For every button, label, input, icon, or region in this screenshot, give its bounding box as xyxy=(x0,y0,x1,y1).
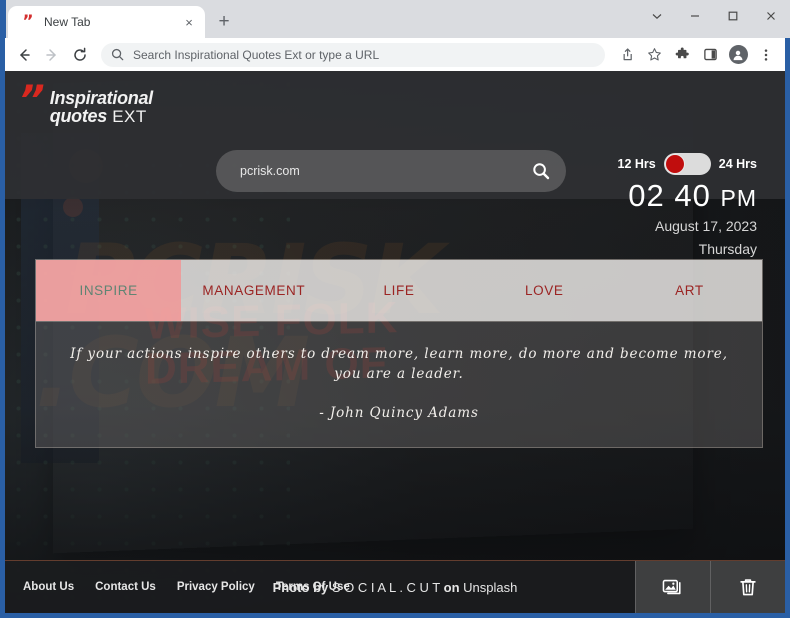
avatar xyxy=(728,45,748,64)
extension-logo-suffix: EXT xyxy=(106,107,147,127)
category-tabs: INSPIRE MANAGEMENT LIFE LOVE ART xyxy=(36,260,762,321)
tabstrip-spacer xyxy=(237,0,638,38)
clock-time: 02 40 PM xyxy=(618,178,757,213)
hour-format-toggle[interactable] xyxy=(663,153,711,175)
change-wallpaper-icon[interactable] xyxy=(635,561,710,613)
forward-arrow-icon[interactable] xyxy=(39,42,65,68)
tab-love[interactable]: LOVE xyxy=(472,260,617,321)
bookmark-star-icon[interactable] xyxy=(641,42,667,68)
footer-link-contact-us[interactable]: Contact Us xyxy=(95,581,156,593)
extension-search-box[interactable]: pcrisk.com xyxy=(216,150,566,192)
clock-meridiem: PM xyxy=(720,185,757,211)
quote-body: If your actions inspire others to dream … xyxy=(36,321,762,447)
toggle-label-12hrs[interactable]: 12 Hrs xyxy=(618,157,656,171)
clock-weekday: Thursday xyxy=(698,240,757,257)
omnibox-placeholder: Search Inspirational Quotes Ext or type … xyxy=(133,47,380,62)
window-controls xyxy=(638,2,790,32)
new-tab-button[interactable]: + xyxy=(211,8,237,34)
close-icon[interactable]: × xyxy=(181,14,197,30)
back-arrow-icon[interactable] xyxy=(11,42,37,68)
tab-management[interactable]: MANAGEMENT xyxy=(181,260,326,321)
tabstrip-left-pad xyxy=(0,0,6,38)
browser-tab-strip: ” New Tab × + xyxy=(0,0,790,38)
footer-action-buttons xyxy=(635,561,785,613)
browser-window: ” New Tab × + Search Inspirational Quote… xyxy=(0,0,790,618)
tab-life[interactable]: LIFE xyxy=(326,260,471,321)
chevron-down-icon[interactable] xyxy=(638,2,676,30)
extension-header: ” Inspirational quotes EXT pcrisk.com 12… xyxy=(5,71,785,257)
browser-tab-title: New Tab xyxy=(44,15,91,29)
clock-widget: 12 Hrs 24 Hrs 02 40 PM August 17, 2023 T… xyxy=(618,153,757,259)
footer-link-about-us[interactable]: About Us xyxy=(23,581,74,593)
footer-link-privacy-policy[interactable]: Privacy Policy xyxy=(177,581,255,593)
extension-logo-line1: Inspirational xyxy=(49,88,153,108)
quote-author: - John Quincy Adams xyxy=(319,404,479,421)
omnibox[interactable]: Search Inspirational Quotes Ext or type … xyxy=(101,42,605,67)
quote-mark-icon: ” xyxy=(19,78,45,124)
quote-mark-favicon: ” xyxy=(22,11,34,32)
minimize-icon[interactable] xyxy=(676,2,714,30)
search-icon xyxy=(111,48,124,61)
chrome-menu-icon[interactable] xyxy=(753,42,779,68)
clock-hours: 02 xyxy=(628,178,665,213)
profile-avatar-icon[interactable] xyxy=(725,42,751,68)
delete-icon[interactable] xyxy=(710,561,785,613)
photo-credit-prefix: Photo xyxy=(272,579,310,595)
browser-tab-new-tab[interactable]: ” New Tab × xyxy=(8,6,205,38)
photo-credit-by: by xyxy=(313,579,329,595)
photo-credit-on: on xyxy=(443,579,460,595)
extension-footer: About Us Contact Us Privacy Policy Terms… xyxy=(5,560,785,613)
toggle-knob xyxy=(664,154,685,174)
search-icon[interactable] xyxy=(532,162,550,180)
maximize-icon[interactable] xyxy=(714,2,752,30)
extension-logo-line2: quotes EXT xyxy=(50,107,153,125)
photo-credit-author[interactable]: S O C I A L . C U T xyxy=(332,580,440,595)
window-close-icon[interactable] xyxy=(752,2,790,30)
quote-card: INSPIRE MANAGEMENT LIFE LOVE ART If your… xyxy=(35,259,763,448)
extension-logo-text: Inspirational quotes EXT xyxy=(50,89,153,126)
photo-credit-source[interactable]: Unsplash xyxy=(463,580,517,595)
hour-format-toggle-row: 12 Hrs 24 Hrs xyxy=(618,153,757,175)
share-icon[interactable] xyxy=(613,42,639,68)
tab-inspire[interactable]: INSPIRE xyxy=(36,260,182,321)
tab-art[interactable]: ART xyxy=(617,260,762,321)
clock-minutes: 40 xyxy=(674,178,711,213)
page-viewport: WISE FOLK DREAM OF PCRISK .COM ” Inspira… xyxy=(5,71,785,613)
quote-text: If your actions inspire others to dream … xyxy=(70,346,728,383)
photo-credit: Photo by S O C I A L . C U T on Unsplash xyxy=(273,580,518,595)
browser-toolbar: Search Inspirational Quotes Ext or type … xyxy=(5,38,785,71)
extension-logo[interactable]: ” Inspirational quotes EXT xyxy=(19,78,153,126)
extensions-puzzle-icon[interactable] xyxy=(669,42,695,68)
side-panel-icon[interactable] xyxy=(697,42,723,68)
reload-icon[interactable] xyxy=(67,42,93,68)
extension-logo-word: quotes xyxy=(49,106,108,127)
toggle-label-24hrs[interactable]: 24 Hrs xyxy=(719,157,757,171)
clock-date: August 17, 2023 xyxy=(655,217,757,234)
search-input[interactable]: pcrisk.com xyxy=(240,164,532,178)
